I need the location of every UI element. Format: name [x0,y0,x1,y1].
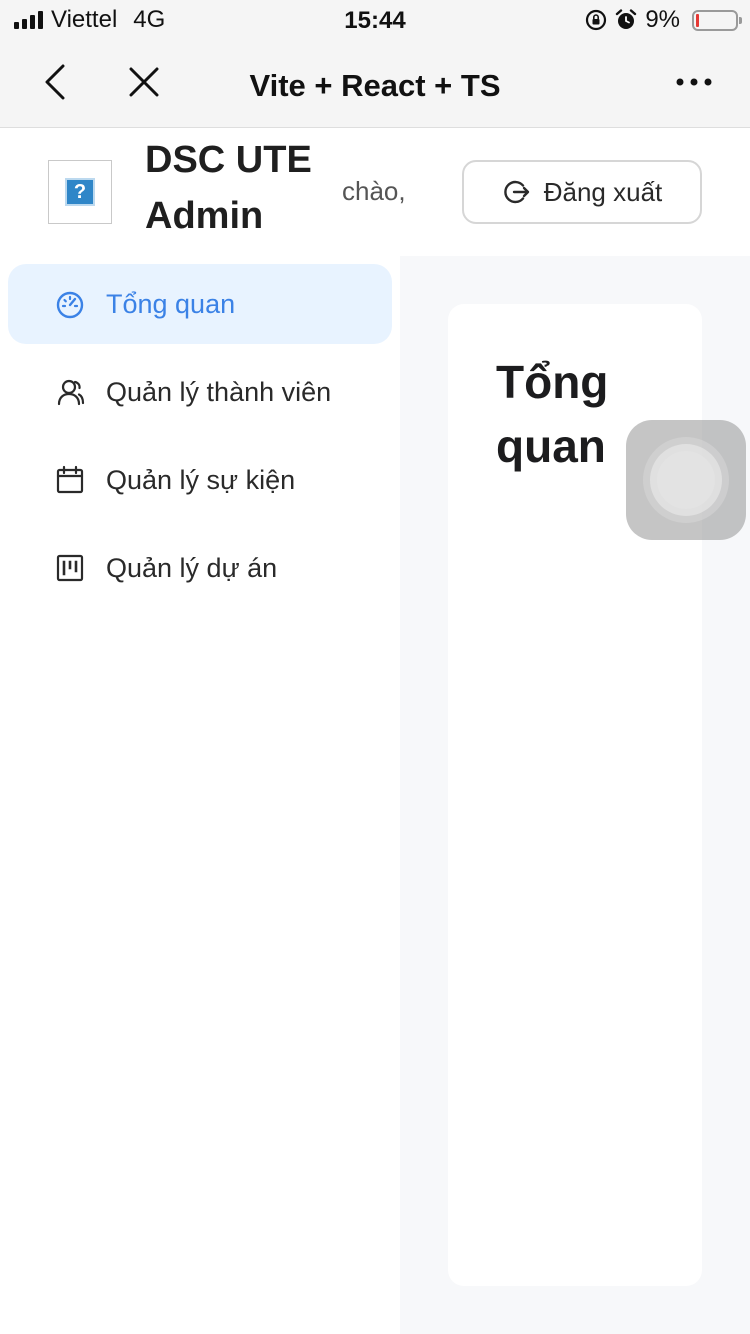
sidebar-item-projects[interactable]: Quản lý dự án [8,528,392,608]
main-content: Tổng quan [400,256,750,1334]
greeting-text: chào, [342,176,406,206]
app-header: ? DSC UTE Admin chào, Đăng xuất [0,128,750,256]
sidebar-item-label: Quản lý sự kiện [106,464,296,495]
broken-image-icon: ? [65,178,95,206]
sidebar-item-events[interactable]: Quản lý sự kiện [8,440,392,520]
calendar-icon [54,464,86,496]
battery-icon [692,9,742,31]
dashboard-icon [54,288,86,320]
battery-percent: 9% [645,6,680,33]
sidebar: Tổng quan Quản lý thành viên Quản lý sự … [0,256,400,1334]
sidebar-item-overview[interactable]: Tổng quan [8,264,392,344]
sidebar-item-members[interactable]: Quản lý thành viên [8,352,392,432]
sidebar-item-label: Quản lý dự án [106,552,278,583]
battery-fill [696,13,699,27]
status-bar-right: 9% [585,6,742,33]
logo: ? [48,160,112,224]
rotation-lock-icon [586,9,607,31]
page-title: Vite + React + TS [249,68,501,103]
brand-name: DSC UTE Admin [145,139,312,237]
logout-button[interactable]: Đăng xuất [462,160,702,224]
users-icon [54,376,86,408]
more-button[interactable] [672,60,716,104]
alarm-icon [616,9,637,29]
sidebar-item-label: Tổng quan [106,288,236,319]
logout-icon [504,180,529,204]
logout-label: Đăng xuất [543,176,663,207]
browser-nav-bar: Vite + React + TS [0,40,750,128]
project-board-icon [54,552,86,584]
assistive-touch-icon [643,437,729,523]
assistive-touch-button[interactable] [626,420,746,540]
sidebar-item-label: Quản lý thành viên [106,376,332,407]
status-bar: Viettel 4G 15:44 9% [0,0,750,40]
more-icon [676,78,712,86]
